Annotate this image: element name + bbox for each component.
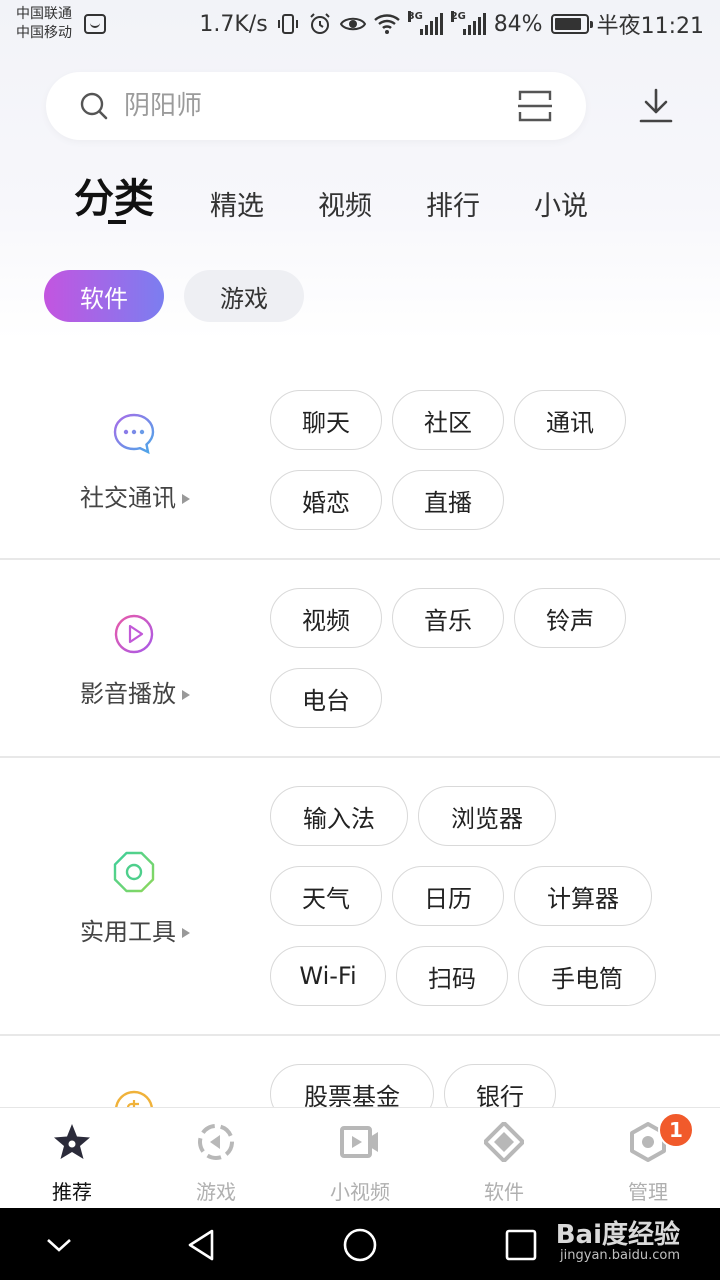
tab-category[interactable]: 分类 <box>74 166 154 224</box>
tag-radio[interactable]: 电台 <box>270 668 382 728</box>
nav-recommend-label: 推荐 <box>52 1180 92 1204</box>
status-indicators: 1.7K/s 3G 2G 84% 半夜11:21 <box>199 8 704 40</box>
home-icon[interactable] <box>343 1228 377 1262</box>
watermark-logo: Bai度经验 <box>555 1220 680 1250</box>
eye-icon <box>339 17 366 31</box>
notification-icon <box>84 14 106 34</box>
tag-scan[interactable]: 扫码 <box>396 946 508 1006</box>
tag-video[interactable]: 视频 <box>270 588 382 648</box>
tag-live[interactable]: 直播 <box>392 470 504 530</box>
battery-icon <box>550 14 593 34</box>
wifi-icon <box>373 14 400 34</box>
nav-games[interactable]: 游戏 <box>144 1108 288 1209</box>
tag-community[interactable]: 社区 <box>392 390 504 450</box>
chat-bubble-icon <box>113 413 155 455</box>
manage-badge: 1 <box>658 1112 694 1148</box>
category-media: 影音播放 视频 音乐 铃声 电台 <box>0 560 720 758</box>
signal-icon-2: 2G <box>450 11 486 35</box>
tag-input-method[interactable]: 输入法 <box>270 786 408 846</box>
segment-games[interactable]: 游戏 <box>184 270 304 322</box>
carrier-2: 中国移动 <box>16 25 72 41</box>
segment-software[interactable]: 软件 <box>44 270 164 322</box>
carrier-names: 中国联通 中国移动 <box>16 5 72 43</box>
signal-icon-1: 3G <box>407 11 443 35</box>
tab-novel[interactable]: 小说 <box>534 184 588 223</box>
tab-ranking[interactable]: 排行 <box>426 184 480 223</box>
tab-video[interactable]: 视频 <box>318 184 372 223</box>
tag-calendar[interactable]: 日历 <box>392 866 504 926</box>
play-icon <box>114 614 154 654</box>
game-icon <box>198 1124 234 1160</box>
search-input[interactable] <box>124 88 504 124</box>
tag-chat[interactable]: 聊天 <box>270 390 382 450</box>
arrow-right-icon <box>182 494 190 504</box>
vibrate-icon <box>277 14 298 34</box>
tools-octagon-icon <box>113 851 155 893</box>
tag-messaging[interactable]: 通讯 <box>514 390 626 450</box>
scan-icon[interactable] <box>518 90 552 122</box>
nav-manage-label: 管理 <box>628 1180 668 1204</box>
tag-wifi[interactable]: Wi-Fi <box>270 946 386 1006</box>
video-camera-icon <box>340 1126 378 1158</box>
nav-short-video[interactable]: 小视频 <box>288 1108 432 1209</box>
network-type-2: 2G <box>450 11 466 22</box>
network-speed: 1.7K/s <box>199 11 268 37</box>
chevron-down-icon[interactable] <box>42 1228 76 1262</box>
watermark-url: jingyan.baidu.com <box>560 1248 680 1263</box>
tag-browser[interactable]: 浏览器 <box>418 786 556 846</box>
tab-featured[interactable]: 精选 <box>210 184 264 223</box>
network-type-1: 3G <box>407 11 423 22</box>
nav-short-video-label: 小视频 <box>330 1180 390 1204</box>
nav-software-label: 软件 <box>484 1180 524 1204</box>
star-icon <box>54 1124 90 1159</box>
tag-flashlight[interactable]: 手电筒 <box>518 946 656 1006</box>
download-icon[interactable] <box>638 88 674 124</box>
category-title-media-text: 影音播放 <box>80 680 176 708</box>
software-icon <box>484 1122 524 1162</box>
category-tools: 实用工具 输入法 浏览器 天气 日历 计算器 Wi-Fi 扫码 手电筒 <box>0 758 720 1036</box>
recents-icon[interactable] <box>504 1228 538 1262</box>
category-social: 社交通讯 聊天 社区 通讯 婚恋 直播 <box>0 360 720 560</box>
active-tab-indicator <box>108 220 126 224</box>
battery-percent: 84% <box>493 11 543 37</box>
tag-dating[interactable]: 婚恋 <box>270 470 382 530</box>
tag-music[interactable]: 音乐 <box>392 588 504 648</box>
nav-software[interactable]: 软件 <box>432 1108 576 1209</box>
carrier-1: 中国联通 <box>16 6 72 22</box>
back-icon[interactable] <box>184 1228 218 1262</box>
category-title-tools-text: 实用工具 <box>80 918 176 946</box>
category-title-social-text: 社交通讯 <box>80 484 176 512</box>
arrow-right-icon <box>182 690 190 700</box>
bottom-navigation: 推荐 游戏 小视频 软件 管理 <box>0 1107 720 1208</box>
category-title-media[interactable]: 影音播放 <box>80 674 190 709</box>
nav-manage[interactable]: 管理 <box>576 1108 720 1209</box>
category-title-tools[interactable]: 实用工具 <box>80 912 190 947</box>
search-bar[interactable] <box>46 72 586 140</box>
nav-games-label: 游戏 <box>196 1180 236 1204</box>
nav-recommend[interactable]: 推荐 <box>0 1108 144 1209</box>
alarm-icon <box>309 13 330 34</box>
search-icon <box>80 92 108 120</box>
status-bar: 中国联通 中国移动 1.7K/s 3G 2G 84% 半夜11:21 <box>0 0 720 50</box>
top-tabs: 分类 精选 视频 排行 小说 <box>0 166 720 236</box>
category-title-social[interactable]: 社交通讯 <box>80 478 190 513</box>
tag-weather[interactable]: 天气 <box>270 866 382 926</box>
tag-ringtone[interactable]: 铃声 <box>514 588 626 648</box>
tag-calculator[interactable]: 计算器 <box>514 866 652 926</box>
clock: 半夜11:21 <box>596 14 704 39</box>
arrow-right-icon <box>182 928 190 938</box>
system-navigation-bar: Bai度经验 jingyan.baidu.com <box>0 1208 720 1280</box>
